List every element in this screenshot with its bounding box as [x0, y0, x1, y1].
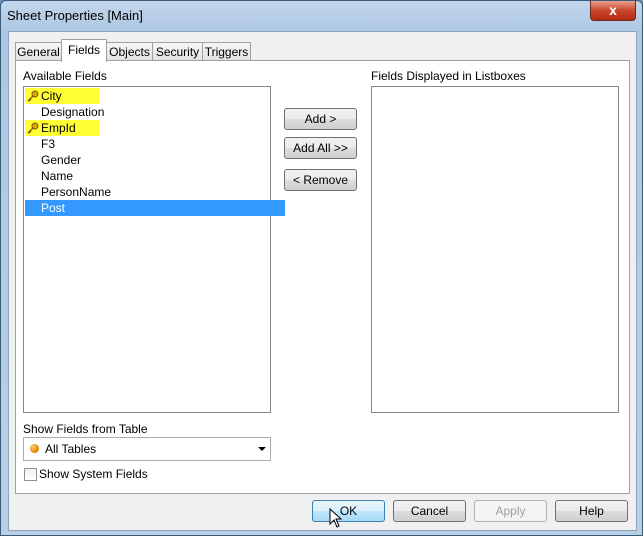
displayed-fields-label: Fields Displayed in Listboxes — [371, 69, 526, 83]
list-item[interactable]: Designation — [25, 104, 104, 120]
add-all-button[interactable]: Add All >> — [284, 137, 357, 159]
tab-general[interactable]: General — [15, 42, 62, 61]
list-item-label: City — [41, 89, 62, 103]
key-icon — [27, 90, 39, 102]
list-item-label: Gender — [41, 153, 82, 167]
list-item-label: Designation — [41, 105, 105, 119]
show-system-fields-label[interactable]: Show System Fields — [39, 467, 148, 481]
dialog-client-area: General Fields Objects Security Triggers… — [8, 31, 637, 531]
apply-button[interactable]: Apply — [474, 500, 547, 522]
remove-button[interactable]: < Remove — [284, 169, 357, 191]
show-system-fields-checkbox[interactable] — [24, 468, 37, 481]
table-select[interactable]: All Tables — [23, 437, 271, 461]
ok-button[interactable]: OK — [312, 500, 385, 522]
list-item[interactable]: PersonName — [25, 184, 111, 200]
list-item[interactable]: Gender — [25, 152, 81, 168]
close-icon: x — [609, 2, 617, 18]
tab-objects[interactable]: Objects — [106, 42, 153, 61]
available-fields-label: Available Fields — [23, 69, 107, 83]
key-icon — [27, 122, 39, 134]
available-fields-listbox[interactable]: City Designation EmpId F3 Gender Name PersonNa… — [23, 86, 285, 413]
help-button[interactable]: Help — [555, 500, 628, 522]
close-button[interactable]: x — [590, 1, 636, 21]
tab-fields[interactable]: Fields — [61, 39, 107, 62]
list-item[interactable]: F3 — [25, 136, 55, 152]
list-item-label: Name — [41, 169, 74, 183]
table-select-value: All Tables — [45, 442, 97, 456]
list-item[interactable]: EmpId — [25, 120, 99, 136]
list-item-label: PersonName — [41, 185, 112, 199]
sheet-properties-dialog: Sheet Properties [Main] x General Fields… — [0, 0, 643, 536]
list-item[interactable]: City — [25, 88, 99, 104]
chevron-down-icon[interactable] — [258, 447, 266, 451]
list-item-label: F3 — [41, 137, 56, 151]
add-button[interactable]: Add > — [284, 108, 357, 130]
fields-tab-panel: Available Fields City Designation EmpId F3 G… — [15, 60, 630, 494]
window-title: Sheet Properties [Main] — [7, 8, 143, 23]
tab-security[interactable]: Security — [152, 42, 203, 61]
tab-triggers[interactable]: Triggers — [202, 42, 251, 61]
list-item-label: Post — [41, 201, 66, 215]
show-fields-from-table-label: Show Fields from Table — [23, 422, 148, 436]
list-item[interactable]: Post — [25, 200, 285, 216]
list-item-label: EmpId — [41, 121, 76, 135]
cancel-button[interactable]: Cancel — [393, 500, 466, 522]
list-item[interactable]: Name — [25, 168, 73, 184]
mouse-pointer-icon — [329, 508, 343, 528]
displayed-fields-listbox[interactable] — [371, 86, 619, 413]
table-dot-icon — [30, 444, 39, 453]
title-bar[interactable]: Sheet Properties [Main] x — [1, 1, 642, 29]
